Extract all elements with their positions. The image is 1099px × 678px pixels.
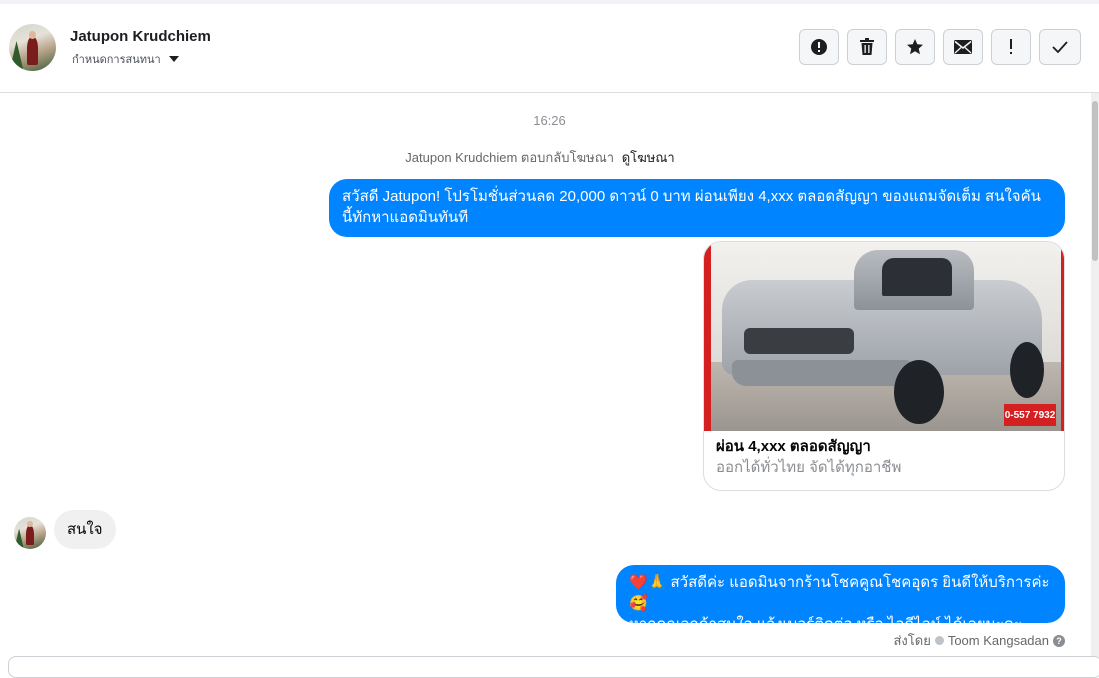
assign-conversation-dropdown[interactable]: กำหนดการสนทนา <box>72 50 179 68</box>
ad-car-image: 0-557 7932 <box>704 242 1064 431</box>
star-icon <box>907 39 923 55</box>
star-button[interactable] <box>895 29 935 65</box>
sent-by-label: ส่งโดย <box>893 633 931 648</box>
incoming-message-bubble: สนใจ <box>54 510 116 549</box>
conversation-header: Jatupon Krudchiem กำหนดการสนทนา <box>0 4 1099 93</box>
scrollbar[interactable] <box>1091 93 1099 665</box>
incoming-sender-avatar <box>14 517 46 549</box>
contact-name[interactable]: Jatupon Krudchiem <box>70 28 211 45</box>
ad-reply-text: Jatupon Krudchiem ตอบกลับโฆษณา <box>405 150 615 165</box>
message-composer[interactable] <box>8 656 1099 678</box>
message-timestamp: 16:26 <box>533 113 566 128</box>
phone-banner: 0-557 7932 <box>1004 404 1056 426</box>
message-text-line: นี้ทักหาแอดมินทันที <box>342 209 469 226</box>
delete-button[interactable] <box>847 29 887 65</box>
outgoing-message-bubble: สวัสดี Jatupon! โปรโมชั่นส่วนลด 20,000 ด… <box>329 179 1065 237</box>
mark-unread-button[interactable] <box>943 29 983 65</box>
assign-label: กำหนดการสนทนา <box>72 54 161 66</box>
exclamation-icon <box>1010 39 1012 54</box>
ad-reply-context: Jatupon Krudchiem ตอบกลับโฆษณา ดูโฆษณา <box>0 147 1080 168</box>
mark-done-button[interactable] <box>1039 29 1081 65</box>
mark-spam-button[interactable] <box>799 29 839 65</box>
envelope-icon <box>954 40 972 54</box>
help-icon[interactable]: ? <box>1053 634 1065 647</box>
message-text-line: ❤️🙏 สวัสดีค่ะ แอดมินจากร้านโชคคูณโชคอุดร… <box>629 574 1050 612</box>
sent-by-name: Toom Kangsadan <box>947 633 1049 648</box>
ad-card-subtitle: ออกได้ทั่วไทย จัดได้ทุกอาชีพ <box>716 459 902 476</box>
alert-icon <box>811 39 827 55</box>
message-text-line: สวัสดี Jatupon! โปรโมชั่นส่วนลด 20,000 ด… <box>342 188 1041 205</box>
contact-avatar[interactable] <box>9 24 56 71</box>
outgoing-message-bubble: ❤️🙏 สวัสดีค่ะ แอดมินจากร้านโชคคูณโชคอุดร… <box>616 565 1065 633</box>
trash-icon <box>860 38 874 55</box>
sender-dot-icon <box>934 636 944 645</box>
chevron-down-icon <box>168 56 179 62</box>
check-icon <box>1052 41 1068 53</box>
follow-up-button[interactable] <box>991 29 1031 65</box>
sent-by-info: ส่งโดย Toom Kangsadan ? <box>893 630 1065 651</box>
view-ad-link[interactable]: ดูโฆษณา <box>622 150 675 165</box>
ad-card[interactable]: 0-557 7932 ผ่อน 4,xxx ตลอดสัญญา ออกได้ทั… <box>703 241 1065 491</box>
